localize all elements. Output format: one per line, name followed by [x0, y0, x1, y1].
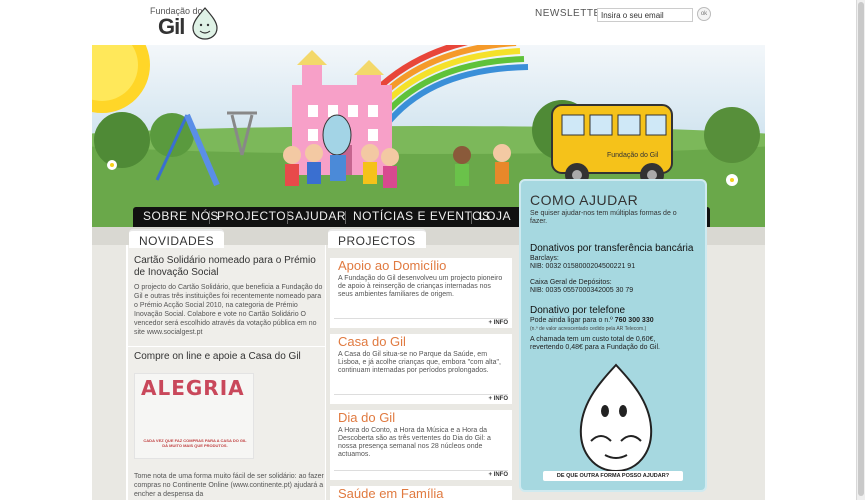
project-title-link[interactable]: Saúde em Família	[330, 486, 512, 500]
project-title-link[interactable]: Dia do Gil	[330, 410, 512, 425]
barclays-label: Barclays:	[530, 255, 559, 262]
project-divider	[334, 318, 508, 319]
nav-loja[interactable]: LOJA	[479, 209, 511, 223]
nav-noticias-eventos[interactable]: NOTÍCIAS E EVENTOS	[353, 209, 490, 223]
tab-projectos[interactable]: PROJECTOS	[328, 229, 426, 248]
news-divider	[128, 346, 325, 347]
alegria-caption: CADA VEZ QUE FAZ COMPRAS PARA A CASA DO …	[143, 438, 247, 448]
page-scrollbar[interactable]	[856, 0, 865, 500]
project-body: A Casa do Gil situa-se no Parque da Saúd…	[338, 351, 501, 374]
project-card: Casa do Gil A Casa do Gil situa-se no Pa…	[330, 334, 512, 404]
nav-separator	[209, 211, 210, 224]
phone-line: Pode ainda ligar para o n.º 760 300 330	[530, 317, 654, 325]
como-ajudar-title: COMO AJUDAR	[530, 192, 639, 208]
project-more-info-link[interactable]: + INFO	[488, 320, 508, 326]
newsletter-email-input[interactable]: Insira o seu email	[597, 8, 693, 22]
nav-sobre-nos[interactable]: SOBRE NÓS	[143, 209, 219, 223]
project-card: Apoio ao Domicílio A Fundação do Gil des…	[330, 258, 512, 328]
alegria-promo-image[interactable]: ALEGRIA CADA VEZ QUE FAZ COMPRAS PARA A …	[134, 373, 254, 459]
como-ajudar-panel: COMO AJUDAR Se quiser ajudar-nos tem múl…	[519, 179, 707, 492]
nav-ajudar[interactable]: AJUDAR	[295, 209, 346, 223]
nav-separator	[287, 211, 288, 224]
cgd-label: Caixa Geral de Depósitos:	[530, 279, 612, 286]
cost-text: A chamada tem um custo total de 0,60€, r…	[530, 336, 660, 351]
logo-drop-icon	[192, 7, 218, 40]
news-title-link[interactable]: Cartão Solidário nomeado para o Prémio d…	[134, 255, 324, 279]
news-item-body: Tome nota de uma forma muito fácil de se…	[134, 472, 324, 499]
alegria-word: ALEGRIA	[141, 376, 245, 400]
phone-number: 760 300 330	[614, 317, 654, 324]
como-ajudar-subtitle: Se quiser ajudar-nos tem múltiplas forma…	[530, 210, 677, 225]
project-body: A Fundação do Gil desenvolveu um project…	[338, 275, 503, 298]
cgd-nib: NIB: 0035 0557000342005 30 79	[530, 287, 634, 294]
scrollbar-thumb[interactable]	[858, 2, 864, 496]
bus-label: Fundação do Gil	[607, 152, 659, 159]
page: Fundação do Gil NEWSLETTER: Insira o seu…	[0, 0, 865, 500]
project-more-info-link[interactable]: + INFO	[488, 472, 508, 478]
nav-separator	[345, 211, 346, 224]
nav-separator	[471, 211, 472, 224]
nav-projectos[interactable]: PROJECTOS	[217, 209, 295, 223]
logo[interactable]: Fundação do Gil	[150, 6, 230, 40]
other-ways-help-button[interactable]: DE QUE OUTRA FORMA POSSO AJUDAR?	[543, 471, 683, 481]
project-title-link[interactable]: Apoio ao Domicílio	[330, 258, 512, 273]
project-card: Saúde em Família	[330, 486, 512, 500]
logo-main-text: Gil	[158, 14, 185, 39]
news-item: Compre on line e apoie a Casa do Gil	[134, 351, 324, 363]
news-body: Tome nota de uma forma muito fácil de se…	[134, 473, 324, 498]
phone-heading: Donativo por telefone	[530, 305, 626, 316]
gil-mascot-icon	[579, 363, 653, 473]
news-body: O projecto do Cartão Solidário, que bene…	[134, 284, 323, 336]
tab-novidades[interactable]: NOVIDADES	[129, 229, 225, 248]
project-divider	[334, 394, 508, 395]
phone-note: (n.º de valor acrescentado cedido pela A…	[530, 326, 647, 332]
project-card: Dia do Gil A Hora do Conto, a Hora da Mú…	[330, 410, 512, 480]
barclays-nib: NIB: 0032 0158000204500221 91	[530, 263, 636, 270]
news-item: Cartão Solidário nomeado para o Prémio d…	[134, 255, 324, 337]
newsletter-submit-button[interactable]: ok	[697, 7, 711, 21]
news-title-link[interactable]: Compre on line e apoie a Casa do Gil	[134, 351, 324, 363]
project-title-link[interactable]: Casa do Gil	[330, 334, 512, 349]
project-body: A Hora do Conto, a Hora da Música e a Ho…	[338, 427, 491, 458]
transfer-heading: Donativos por transferência bancária	[530, 243, 694, 254]
phone-text: Pode ainda ligar para o n.º	[530, 317, 613, 324]
project-more-info-link[interactable]: + INFO	[488, 396, 508, 402]
project-divider	[334, 470, 508, 471]
left-margin	[92, 245, 126, 500]
